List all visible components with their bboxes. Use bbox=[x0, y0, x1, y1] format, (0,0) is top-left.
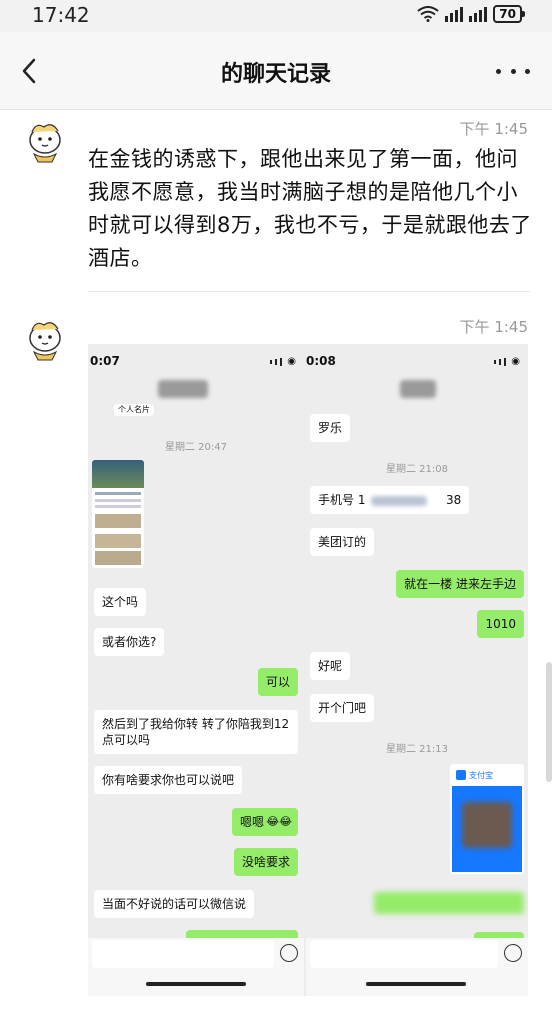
pane-time: 0:08 bbox=[306, 354, 336, 368]
blurred-contact-name bbox=[158, 380, 208, 398]
chat-bubble-text: 手机号 1 bbox=[318, 493, 366, 507]
avatar[interactable] bbox=[22, 316, 68, 362]
chat-bubble: 好呢 bbox=[310, 652, 351, 680]
scrollbar[interactable] bbox=[546, 662, 552, 782]
alipay-transfer-card[interactable]: 支付宝 bbox=[450, 764, 524, 874]
chat-bubble-outgoing: 没啥要求 bbox=[233, 848, 298, 876]
blurred-contact-name bbox=[400, 380, 436, 398]
chat-bubble: 或者你选? bbox=[94, 628, 165, 656]
chat-bubble-text: 嗯嗯 bbox=[239, 815, 264, 829]
home-indicator bbox=[366, 982, 466, 986]
emoji-icon: 😂😂 bbox=[266, 815, 292, 828]
screenshot-right-pane: 0:08 ◉ 罗乐 星期二 21:08 手机号 1 38 美团订的 就在一楼 进… bbox=[306, 344, 528, 996]
alipay-icon bbox=[456, 770, 466, 780]
message-text[interactable]: 在金钱的诱惑下，跟他出来见了第一面，他问我愿不愿意，我当时满脑子想的是陪他几个小… bbox=[88, 143, 534, 275]
blurred-qr-area bbox=[462, 802, 512, 848]
input-bar bbox=[88, 938, 304, 996]
chat-bubble: 美团订的 bbox=[310, 528, 375, 556]
wifi-icon bbox=[417, 6, 439, 22]
message-input[interactable] bbox=[92, 940, 274, 968]
input-bar bbox=[306, 938, 528, 996]
chat-timestamp: 星期二 21:13 bbox=[386, 744, 448, 755]
chat-bubble: 手机号 1 38 bbox=[310, 486, 470, 514]
status-bar: 17:42 70 bbox=[0, 0, 552, 32]
signal-icon bbox=[445, 6, 464, 22]
status-time: 17:42 bbox=[32, 3, 90, 27]
chat-bubble: 然后到了我给你转 转了你陪我到12 点可以吗 bbox=[94, 710, 298, 754]
chat-screenshot-image[interactable]: 0:07 ◉ 个人名片 星期二 20:47 这个吗 或者你选? 可以 然后到了我… bbox=[88, 344, 528, 996]
message-time: 下午 1:45 bbox=[459, 120, 528, 138]
chat-bubble-line: 然后到了我给你转 转了你陪我到12 bbox=[102, 717, 290, 731]
screenshot-left-pane: 0:07 ◉ 个人名片 星期二 20:47 这个吗 或者你选? 可以 然后到了我… bbox=[88, 344, 304, 996]
pane-time: 0:07 bbox=[90, 354, 120, 368]
message-input[interactable] bbox=[310, 940, 498, 968]
alipay-label: 支付宝 bbox=[469, 770, 493, 780]
chat-bubble-outgoing: 就在一楼 进来左手边 bbox=[396, 570, 524, 598]
hotel-screenshot-thumbnail[interactable] bbox=[92, 460, 144, 568]
blurred-outgoing-bubble bbox=[374, 892, 524, 914]
chat-bubble-outgoing: 可以 bbox=[257, 668, 298, 696]
emoji-icon[interactable] bbox=[280, 944, 298, 962]
pane-status-icons: ◉ bbox=[270, 356, 296, 367]
chat-bubble: 你有啥要求你也可以说吧 bbox=[94, 766, 243, 794]
navigation-bar: 的聊天记录 bbox=[0, 32, 552, 110]
home-indicator bbox=[146, 982, 246, 986]
signal-icon-2 bbox=[469, 6, 488, 22]
divider bbox=[88, 291, 530, 292]
chat-timestamp: 星期二 20:47 bbox=[165, 442, 227, 453]
page-title: 的聊天记录 bbox=[220, 62, 331, 87]
battery-indicator: 70 bbox=[493, 5, 525, 23]
message-time: 下午 1:45 bbox=[459, 318, 528, 336]
chat-bubble-outgoing: 1010 bbox=[477, 610, 524, 638]
chat-bubble: 开个门吧 bbox=[310, 694, 375, 722]
chat-bubble: 当面不好说的话可以微信说 bbox=[94, 890, 255, 918]
chat-bubble: 这个吗 bbox=[94, 588, 147, 616]
pane-status-icons: ◉ bbox=[494, 356, 520, 367]
chat-bubble-line: 点可以吗 bbox=[102, 733, 151, 747]
emoji-icon[interactable] bbox=[504, 944, 522, 962]
avatar[interactable] bbox=[22, 118, 68, 164]
status-icons: 70 bbox=[417, 4, 525, 24]
more-options-button[interactable] bbox=[496, 56, 530, 86]
chat-bubble: 罗乐 bbox=[310, 414, 351, 442]
chat-bubble-text-tail: 38 bbox=[446, 493, 462, 507]
chat-timestamp: 星期二 21:08 bbox=[386, 464, 448, 475]
chat-bubble-outgoing: 嗯嗯 😂😂 bbox=[231, 808, 298, 836]
blurred-phone-number bbox=[371, 495, 428, 506]
card-label: 个人名片 bbox=[114, 404, 154, 416]
